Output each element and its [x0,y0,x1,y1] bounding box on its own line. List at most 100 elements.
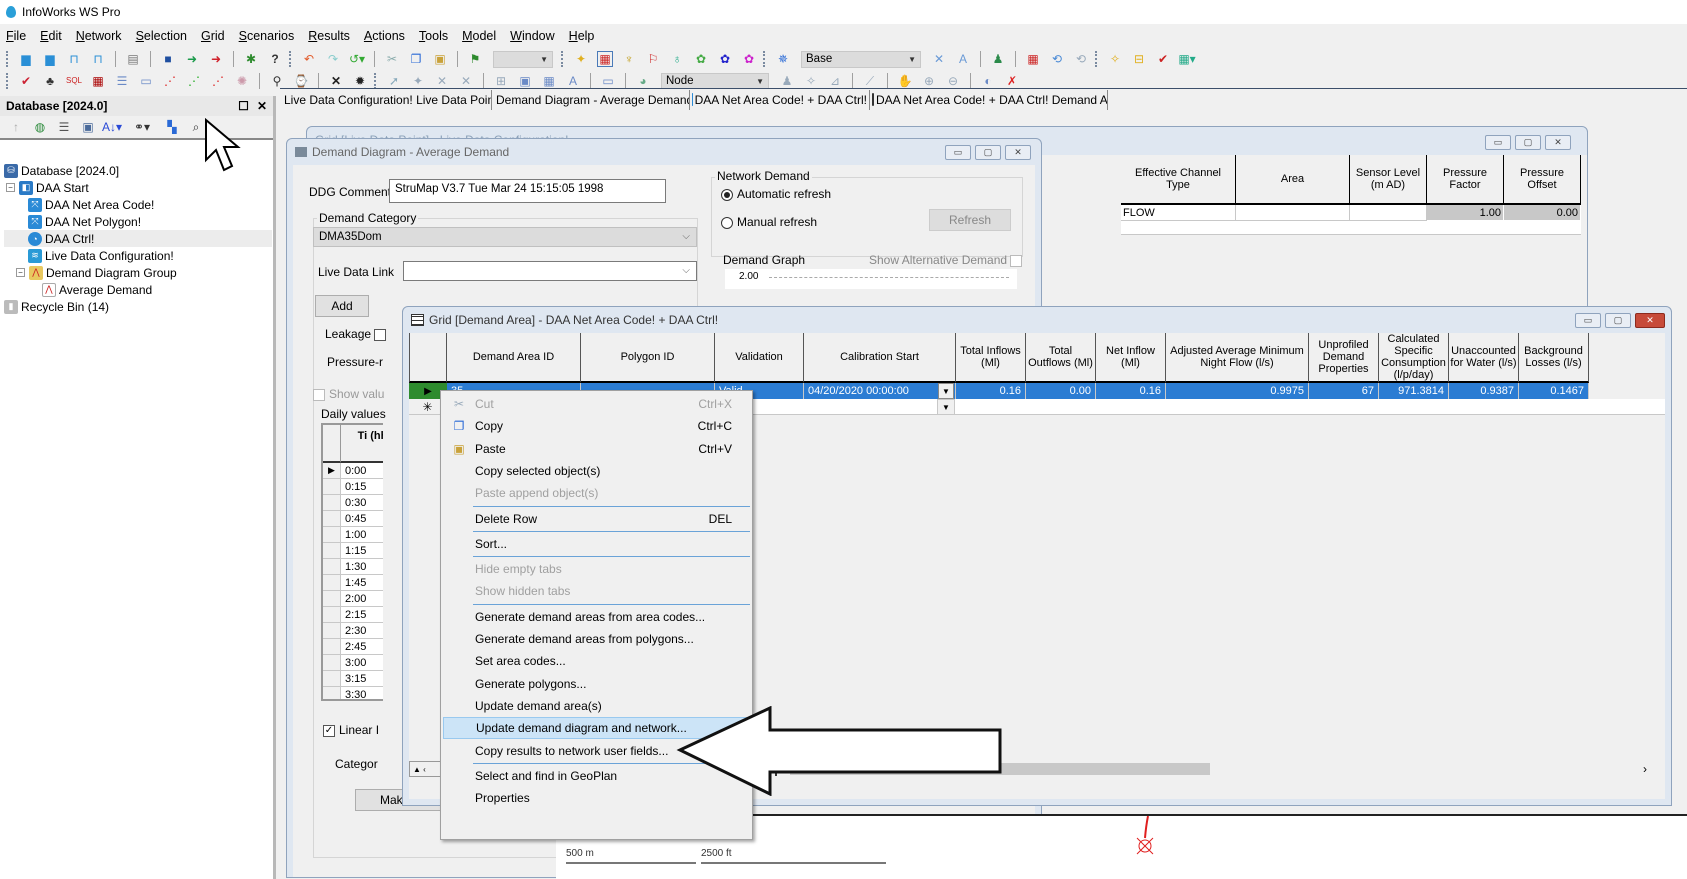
row-header[interactable] [323,591,341,606]
time-cell[interactable]: 2:30 [341,623,383,638]
cell-adjusted-average-min-night-flow[interactable]: 0.9975 [1166,383,1309,399]
menu-item-paste[interactable]: ▣ Paste Ctrl+V [443,438,750,460]
menu-model[interactable]: Model [462,29,496,43]
cell-total-inflows[interactable]: 0.16 [956,383,1026,399]
tab-demand-area-grid[interactable]: DAA Net Area Code! + DAA Ctrl! Demand Ar… [870,89,1108,110]
scenario-icon[interactable]: ✵ [775,51,791,67]
row-header[interactable] [323,543,341,558]
maximize-button[interactable]: ▢ [1605,313,1631,328]
commit-icon[interactable]: ➜ [184,51,200,67]
time-row[interactable]: 1:00 [323,527,383,543]
ddg-comment-input[interactable]: StruMap V3.7 Tue Mar 24 15:15:05 1998 [389,179,666,203]
object-type-combo[interactable]: Node ▼ [661,72,769,90]
flag-tree-icon[interactable]: ⚐ [645,51,661,67]
unlink-icon[interactable]: ⟲ [1073,51,1089,67]
menu-item-generate-demand-areas-from-area-codes[interactable]: Generate demand areas from area codes... [443,606,750,628]
check-out-icon[interactable]: ⊓ [66,51,82,67]
minimize-button[interactable]: ▭ [1575,313,1601,328]
time-row[interactable]: 0:30 [323,495,383,511]
cell-net-inflow[interactable]: 0.16 [1096,383,1166,399]
menu-item-paste-append-object-s[interactable]: Paste append object(s) [443,482,750,504]
leakage-checkbox[interactable] [374,328,387,341]
collapse-icon[interactable]: − [6,183,15,192]
menu-item-show-hidden-tabs[interactable]: Show hidden tabs [443,580,750,602]
run-icon[interactable]: ♟ [990,51,1006,67]
bug-icon[interactable]: ✱ [243,51,259,67]
grid-view-icon[interactable]: ▦ [597,51,613,67]
col-header-effective-channel-type[interactable]: Effective Channel Type [1121,155,1236,205]
current-row-indicator-icon[interactable]: ▶ [323,463,341,478]
col-header-background-losses[interactable]: Background Losses (l/s) [1519,333,1589,383]
cell-background-losses[interactable]: 0.1467 [1519,383,1589,399]
select-pipe-icon[interactable]: ✕ [434,73,450,89]
row-header[interactable] [323,687,341,699]
revert-icon[interactable]: ➜ [208,51,224,67]
pan-icon[interactable]: ✋ [897,73,913,89]
link-icon[interactable]: ⟲ [1049,51,1065,67]
menu-item-set-area-codes[interactable]: Set area codes... [443,650,750,672]
scenario-compare-icon[interactable]: A [955,51,971,67]
refresh-icon[interactable]: ◍ [32,119,48,135]
menu-window[interactable]: Window [510,29,554,43]
layout2-icon[interactable]: ▭ [138,73,154,89]
time-cell[interactable]: 2:45 [341,639,383,654]
help-icon[interactable]: ? [267,51,283,67]
new-wizard-icon[interactable]: ✧ [1107,51,1123,67]
tree-item-recycle-bin[interactable]: ▮ Recycle Bin (14) [4,298,272,315]
row-header[interactable] [323,479,341,494]
find-xy-icon[interactable]: ⌚ [293,73,309,89]
globe-icon[interactable]: ◕ [635,73,651,89]
automatic-refresh-option[interactable]: Automatic refresh [721,187,831,201]
time-row[interactable]: 1:45 [323,575,383,591]
menu-results[interactable]: Results [308,29,350,43]
node-blue-icon[interactable]: ✿ [717,51,733,67]
time-row[interactable]: 1:15 [323,543,383,559]
minimize-button[interactable]: ▭ [945,145,971,160]
print-icon[interactable]: ▤ [125,51,141,67]
delete-icon[interactable]: ✕ [328,73,344,89]
explorer-icon[interactable]: ▣ [80,119,96,135]
col-header-net-inflow[interactable]: Net Inflow (Ml) [1096,333,1166,383]
search-db-icon[interactable]: ⌕ [188,119,204,135]
measure-icon[interactable]: ▭ [600,73,616,89]
copy-toolbar-icon[interactable]: ❐ [408,51,424,67]
menu-item-copy[interactable]: ❐ Copy Ctrl+C [443,415,750,437]
col-header-total-inflows[interactable]: Total Inflows (Ml) [956,333,1026,383]
manual-refresh-radio[interactable] [721,216,733,229]
tab-network-view[interactable]: DAA Net Area Code! + DAA Ctrl! [690,89,870,110]
menu-network[interactable]: Network [76,29,122,43]
trace-icon[interactable]: ♣ [42,73,58,89]
tab-live-data-point[interactable]: Live Data Configuration! Live Data Point [280,89,492,110]
scenario-combo[interactable]: Base ▼ [801,50,921,68]
tree-item-daa-net-polygon[interactable]: ⤧ DAA Net Polygon! [4,213,272,230]
row-header[interactable] [323,623,341,638]
close-button[interactable]: ✕ [1005,145,1031,160]
flag-icon[interactable]: ⚑ [467,51,483,67]
col-header-pressure-offset[interactable]: Pressure Offset [1504,155,1581,205]
col-header-unaccounted-for-water[interactable]: Unaccounted for Water (l/s) [1449,333,1519,383]
col-header-total-outflows[interactable]: Total Outflows (Ml) [1026,333,1096,383]
menu-grid[interactable]: Grid [201,29,225,43]
row-header[interactable] [323,607,341,622]
red-network-icon[interactable]: ⋰ [162,73,178,89]
time-cell[interactable]: 1:30 [341,559,383,574]
check-in-icon[interactable]: ⊓ [90,51,106,67]
time-cell[interactable]: 0:45 [341,511,383,526]
sort-icon[interactable]: A↓▾ [102,119,122,135]
show-alternative-demand-checkbox[interactable] [1010,254,1023,267]
time-row[interactable]: 3:15 [323,671,383,687]
row-header[interactable] [323,671,341,686]
menu-help[interactable]: Help [569,29,595,43]
cell-area[interactable] [1236,205,1350,221]
tree-item-daa-ctrl[interactable]: ◔ DAA Ctrl! [4,230,272,247]
row-header[interactable] [323,559,341,574]
hierarchy-icon[interactable]: ▚ [164,119,180,135]
time-row[interactable]: 0:15 [323,479,383,495]
scenario-delete-icon[interactable]: ✕ [931,51,947,67]
hydrant-node-icon[interactable] [1136,816,1166,866]
new-window-icon[interactable]: ✦ [573,51,589,67]
properties-icon[interactable]: ⊞ [493,73,509,89]
menu-item-cut[interactable]: ✂ Cut Ctrl+X [443,393,750,415]
show-values-checkbox[interactable] [313,388,325,401]
col-header-area[interactable]: Area [1236,155,1350,205]
